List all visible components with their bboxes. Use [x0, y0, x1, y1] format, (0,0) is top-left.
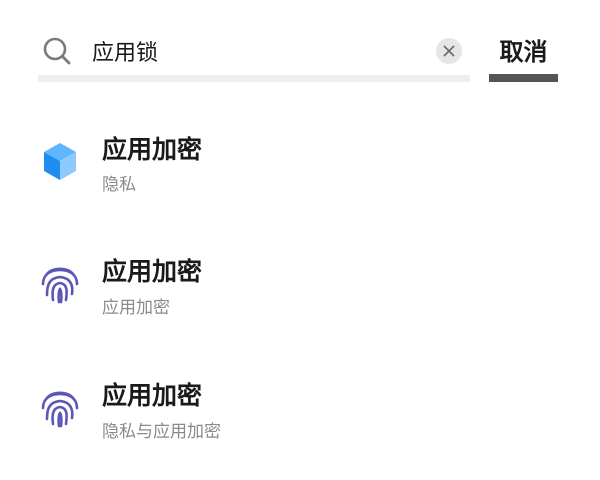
result-item[interactable]: 应用加密 隐私与应用加密 — [0, 370, 600, 480]
privacy-cube-icon — [44, 143, 76, 180]
search-bar: 取消 — [0, 0, 600, 100]
result-subtitle: 应用加密 — [102, 298, 170, 318]
close-icon — [443, 45, 455, 57]
result-item[interactable]: 应用加密 应用加密 — [0, 246, 600, 356]
result-subtitle: 隐私 — [102, 175, 136, 195]
result-subtitle: 隐私与应用加密 — [102, 422, 221, 442]
result-item[interactable]: 应用加密 隐私 — [0, 122, 600, 232]
result-title: 应用加密 — [102, 381, 203, 410]
cancel-label: 取消 — [499, 38, 548, 66]
search-icon — [43, 37, 71, 65]
result-title: 应用加密 — [102, 257, 203, 286]
clear-icon[interactable] — [436, 38, 462, 64]
cancel-underline — [489, 74, 558, 82]
fingerprint-icon — [41, 391, 79, 428]
search-field[interactable] — [38, 22, 470, 82]
fingerprint-icon — [41, 267, 79, 304]
search-input[interactable] — [92, 34, 422, 68]
search-underline — [38, 75, 470, 82]
result-title: 应用加密 — [102, 135, 203, 164]
cancel-button[interactable]: 取消 — [489, 22, 558, 82]
